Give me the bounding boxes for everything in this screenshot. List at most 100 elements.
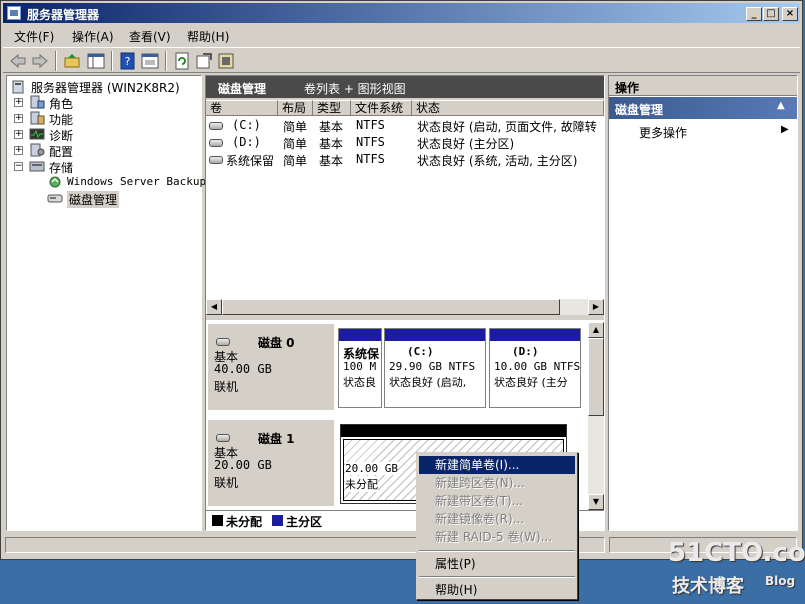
menu-item-properties[interactable]: 属性(P) [419,555,575,573]
context-menu: 新建简单卷(I)... 新建跨区卷(N)... 新建带区卷(T)... 新建镜像… [416,452,578,600]
column-header-filesystem[interactable]: 文件系统 [351,100,412,116]
volume-icon [209,139,223,147]
export-list-icon[interactable] [195,52,213,70]
disk-0-partitions: 系统保 100 M 状态良 (C:) 29.90 GB NTFS 状态良好 (启… [338,328,583,410]
actions-section-header[interactable]: 磁盘管理 ▲ [609,97,797,119]
table-row[interactable]: (C:) 简单 基本 NTFS 状态良好 (启动, 页面文件, 故障转 [206,117,604,134]
partition-cap [341,425,566,437]
settings-icon[interactable] [217,52,235,70]
disk-1-info[interactable]: 磁盘 1 基本 20.00 GB 联机 [208,420,334,506]
volume-name: (D:) [232,135,261,149]
column-header-layout[interactable]: 布局 [278,100,313,116]
scroll-right-icon[interactable]: ▶ [588,299,604,315]
server-manager-root-icon [12,80,24,94]
menu-item-help[interactable]: 帮助(H) [419,581,575,599]
center-header-title: 磁盘管理 [218,82,267,96]
scroll-up-icon[interactable]: ▲ [588,322,604,338]
roles-icon [30,95,45,109]
scroll-left-icon[interactable]: ◀ [206,299,222,315]
menu-item-new-mirrored-volume[interactable]: 新建镜像卷(R)... [419,510,575,528]
partition-cap [490,329,580,341]
tree-item-features[interactable]: 功能 [49,111,73,128]
menu-file[interactable]: 文件(F) [14,28,54,45]
configuration-icon [30,143,45,157]
partition-size: 29.90 GB NTFS [389,360,476,373]
refresh-icon[interactable] [173,52,191,70]
toolbar-separator [55,51,57,71]
expand-icon[interactable]: + [14,114,23,123]
tree-item-configuration[interactable]: 配置 [49,143,73,160]
scroll-thumb[interactable] [222,299,560,315]
partition-status: 状态良 [343,376,376,389]
menu-bar: 文件(F) 操作(A) 查看(V) 帮助(H) [3,24,800,45]
svg-text:?: ? [125,55,131,68]
column-header-status[interactable]: 状态 [412,100,604,116]
actions-title: 操作 [615,81,640,95]
forward-arrow-icon[interactable] [31,52,49,70]
menu-item-new-raid5-volume[interactable]: 新建 RAID-5 卷(W)... [419,528,575,546]
menu-separator [419,576,575,578]
maximize-button[interactable]: □ [763,7,779,21]
collapse-arrow-icon[interactable]: ▲ [777,100,785,111]
windows-server-backup-icon [49,176,61,188]
volume-layout: 简单 [283,120,308,134]
tree-item-disk-management[interactable]: 磁盘管理 [67,191,120,208]
disk-name: 磁盘 0 [258,336,295,350]
volume-status: 状态良好 (启动, 页面文件, 故障转 [417,120,597,134]
collapse-icon[interactable]: − [14,162,23,171]
tree-item-storage[interactable]: 存储 [49,159,73,176]
volume-icon [209,122,223,130]
partition-label: (C:) [407,345,434,358]
menu-view[interactable]: 查看(V) [129,28,171,45]
table-row[interactable]: (D:) 简单 基本 NTFS 状态良好 (主分区) [206,134,604,151]
tree-root[interactable]: 服务器管理器 (WIN2K8R2) [31,79,180,96]
scroll-down-icon[interactable]: ▼ [588,494,604,510]
minimize-button[interactable]: _ [746,7,762,21]
menu-item-new-simple-volume[interactable]: 新建简单卷(I)... [419,456,575,474]
volume-fs: NTFS [356,152,385,166]
up-folder-icon[interactable] [63,52,81,70]
disk-state: 联机 [214,476,239,490]
title-bar[interactable]: 服务器管理器 _ □ × [3,3,800,23]
volume-layout: 简单 [283,137,308,151]
toolbar-separator [165,51,167,71]
show-hide-tree-icon[interactable] [87,52,105,70]
menu-separator [419,550,575,552]
column-header-volume[interactable]: 卷 [206,100,278,116]
back-arrow-icon[interactable] [9,52,27,70]
server-manager-window: 服务器管理器 _ □ × 文件(F) 操作(A) 查看(V) 帮助(H) ? 服… [0,0,803,560]
partition-cap [385,329,485,341]
volume-name: (C:) [232,118,261,132]
tree-item-windows-server-backup[interactable]: Windows Server Backup [67,175,206,188]
menu-help[interactable]: 帮助(H) [187,28,229,45]
menu-action[interactable]: 操作(A) [72,28,114,45]
volume-name: 系统保留 [226,154,275,168]
partition-d[interactable]: (D:) 10.00 GB NTFS 状态良好 (主分 [489,328,581,408]
menu-item-new-striped-volume[interactable]: 新建带区卷(T)... [419,492,575,510]
expand-icon[interactable]: + [14,146,23,155]
window-title: 服务器管理器 [27,8,100,22]
properties-icon[interactable] [141,52,159,70]
column-header-type[interactable]: 类型 [313,100,351,116]
expand-icon[interactable]: + [14,98,23,107]
partition-system-reserved[interactable]: 系统保 100 M 状态良 [338,328,382,408]
table-row[interactable]: 系统保留 简单 基本 NTFS 状态良好 (系统, 活动, 主分区) [206,151,604,168]
center-header: 磁盘管理 卷列表 + 图形视图 [206,76,604,98]
close-button[interactable]: × [782,7,798,21]
more-actions-link[interactable]: 更多操作 [639,124,687,141]
center-header-views: 卷列表 + 图形视图 [304,82,406,96]
vertical-scrollbar[interactable]: ▲ ▼ [588,322,604,510]
actions-header: 操作 [609,76,797,96]
help-icon[interactable]: ? [119,52,137,70]
menu-item-new-spanned-volume[interactable]: 新建跨区卷(N)... [419,474,575,492]
storage-icon [29,161,45,172]
disk-0-info[interactable]: 磁盘 0 基本 40.00 GB 联机 [208,324,334,410]
tree-item-diagnostics[interactable]: 诊断 [49,127,73,144]
partition-status: 状态良好 (主分 [494,376,568,389]
expand-icon[interactable]: + [14,130,23,139]
scroll-thumb[interactable] [588,338,604,416]
disk-management-icon [47,194,63,203]
tree-item-roles[interactable]: 角色 [49,95,73,112]
partition-c[interactable]: (C:) 29.90 GB NTFS 状态良好 (启动, [384,328,486,408]
horizontal-scrollbar[interactable]: ◀ ▶ [206,299,604,315]
